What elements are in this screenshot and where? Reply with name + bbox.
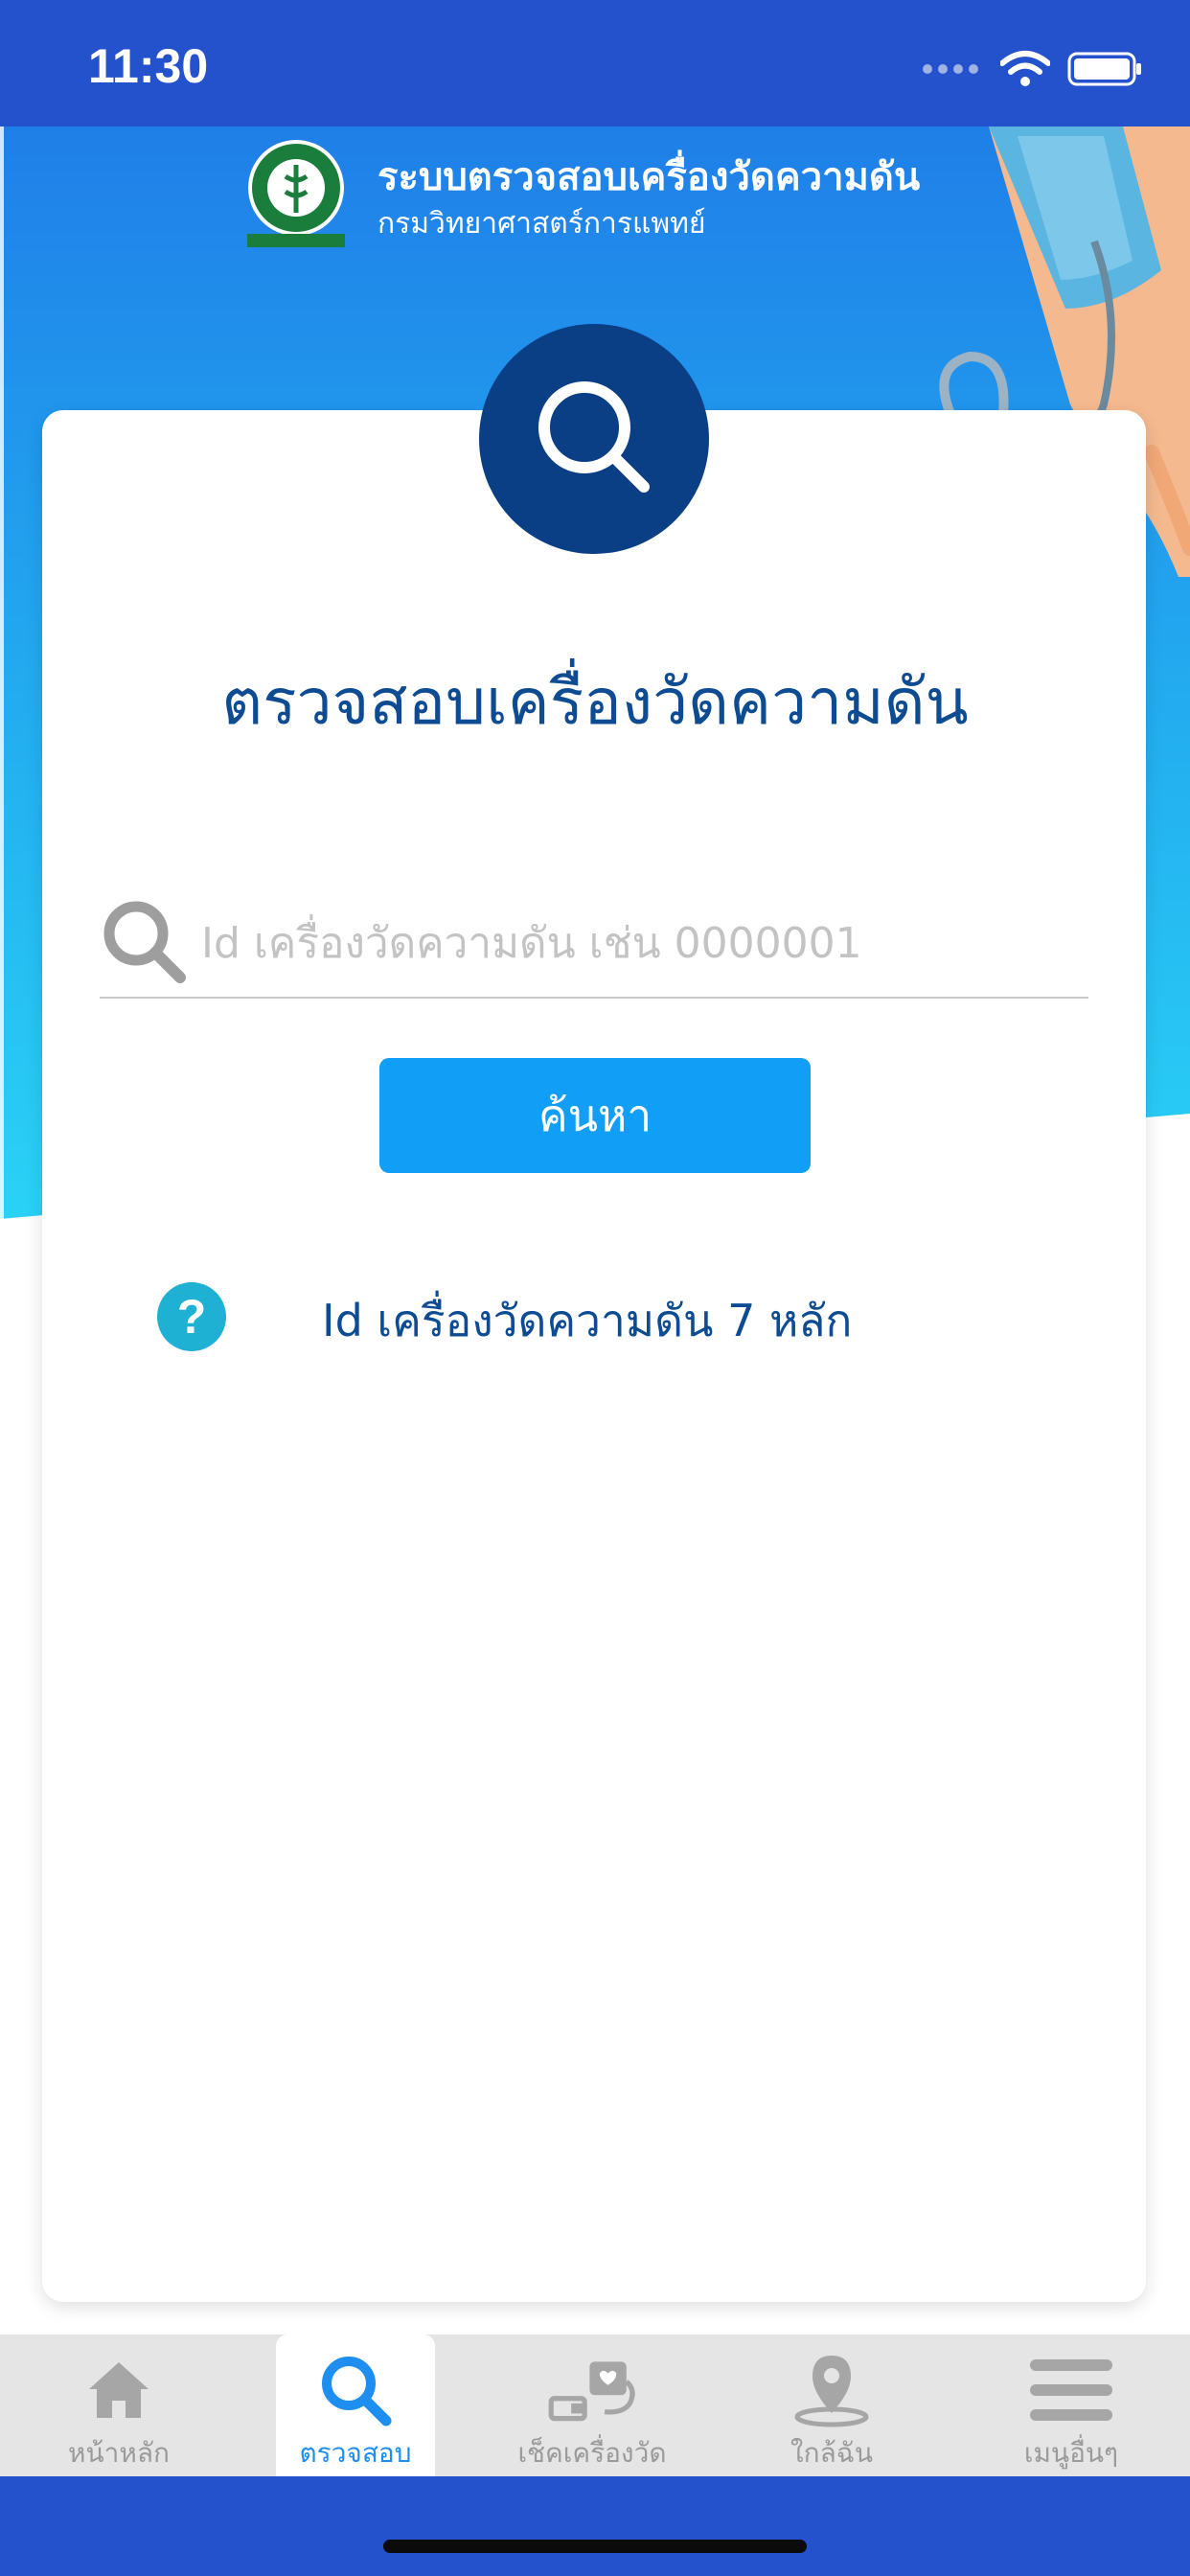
search-button[interactable]: ค้นหา <box>379 1058 811 1173</box>
home-indicator[interactable] <box>383 2540 807 2553</box>
menu-icon <box>1030 2359 1112 2421</box>
status-icons <box>922 50 1144 88</box>
search-badge <box>479 324 709 554</box>
tab-bar: หน้าหลัก ตรวจสอบ เช็คเครื่องวัด ใกล้ฉัน … <box>0 2334 1190 2476</box>
search-icon <box>538 381 650 493</box>
wifi-icon <box>1000 51 1050 86</box>
tab-home[interactable]: หน้าหลัก <box>0 2334 238 2476</box>
tab-home-label: หน้าหลัก <box>68 2437 170 2469</box>
tab-nearby[interactable]: ใกล้ฉัน <box>713 2334 950 2476</box>
bottom-safe-area <box>0 2476 1190 2576</box>
page-title: ตรวจสอบเครื่องวัดความดัน <box>221 665 969 739</box>
tab-more-label: เมนูอื่นๆ <box>1023 2437 1119 2469</box>
tab-device-check-label: เช็คเครื่องวัด <box>517 2437 667 2469</box>
tab-check-label: ตรวจสอบ <box>299 2437 412 2469</box>
app-subtitle: กรมวิทยาศาสตร์การแพทย์ <box>378 207 706 241</box>
help-icon[interactable]: ? <box>157 1282 226 1351</box>
tab-device-check[interactable]: เช็คเครื่องวัด <box>473 2334 711 2476</box>
department-seal-logo <box>247 140 345 247</box>
help-text: Id เครื่องวัดความดัน 7 หลัก <box>322 1295 853 1346</box>
search-field[interactable] <box>100 891 1088 999</box>
home-icon <box>89 2362 149 2418</box>
signal-icon <box>923 64 978 74</box>
tab-nearby-label: ใกล้ฉัน <box>790 2437 873 2469</box>
search-icon <box>322 2357 392 2426</box>
status-bar: 11:30 <box>0 0 1190 126</box>
search-icon <box>103 901 186 983</box>
status-time: 11:30 <box>88 39 209 93</box>
app-title: ระบบตรวจสอบเครื่องวัดความดัน <box>378 155 921 199</box>
battery-icon <box>1067 52 1141 86</box>
tab-more[interactable]: เมนูอื่นๆ <box>952 2334 1190 2476</box>
blood-pressure-monitor-icon <box>548 2361 635 2422</box>
device-id-input[interactable] <box>199 908 1075 978</box>
tab-check[interactable]: ตรวจสอบ <box>276 2334 435 2476</box>
location-pin-icon <box>794 2356 869 2427</box>
